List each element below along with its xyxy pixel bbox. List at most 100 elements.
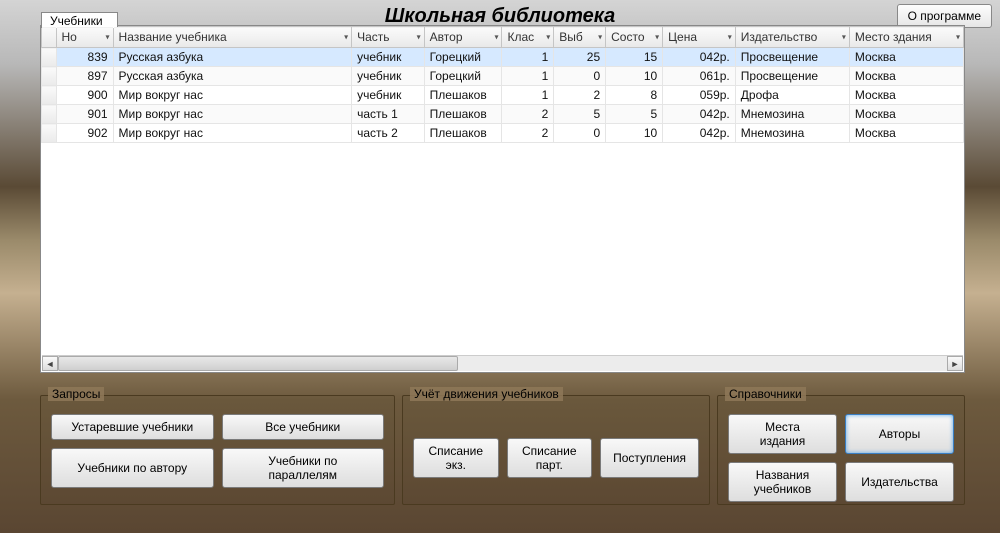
scroll-left-icon[interactable]: ◄ [42, 356, 58, 371]
btn-by-author[interactable]: Учебники по автору [51, 448, 214, 488]
btn-dir-authors[interactable]: Авторы [845, 414, 954, 454]
cell-klass: 1 [502, 86, 554, 105]
cell-sost: 15 [606, 48, 663, 67]
chevron-down-icon[interactable]: ▾ [344, 33, 348, 42]
chevron-down-icon[interactable]: ▾ [842, 33, 846, 42]
cell-price: 042р. [663, 124, 736, 143]
btn-dir-places[interactable]: Места издания [728, 414, 837, 454]
cell-vyb: 25 [554, 48, 606, 67]
cell-sost: 8 [606, 86, 663, 105]
column-header[interactable]: Название учебника ▾ [113, 27, 352, 48]
table-row[interactable]: 900Мир вокруг насучебникПлешаков128059р.… [42, 86, 964, 105]
horizontal-scrollbar[interactable]: ◄ ► [42, 355, 963, 371]
chevron-down-icon[interactable]: ▾ [494, 33, 498, 42]
table-scroll[interactable]: Но▾Название учебника▾Часть▾Автор▾Клас▾Вы… [41, 26, 964, 372]
column-header[interactable]: Автор ▾ [424, 27, 502, 48]
column-label: Часть [357, 30, 389, 44]
column-label: Состо [611, 30, 644, 44]
cell-sost: 10 [606, 67, 663, 86]
cell-klass: 2 [502, 105, 554, 124]
chevron-down-icon[interactable]: ▾ [655, 33, 659, 42]
cell-place: Москва [849, 86, 963, 105]
column-header[interactable]: Выб ▾ [554, 27, 606, 48]
btn-writeoff-copies[interactable]: Списание экз. [413, 438, 499, 478]
group-queries: Запросы Устаревшие учебники Все учебники… [40, 395, 395, 505]
scroll-thumb[interactable] [58, 356, 458, 371]
cell-part: часть 2 [352, 124, 425, 143]
cell-place: Москва [849, 67, 963, 86]
cell-place: Москва [849, 48, 963, 67]
column-header[interactable]: Но ▾ [56, 27, 113, 48]
cell-no: 900 [56, 86, 113, 105]
cell-pub: Мнемозина [735, 124, 849, 143]
chevron-down-icon[interactable]: ▾ [956, 33, 960, 42]
textbooks-table: Но▾Название учебника▾Часть▾Автор▾Клас▾Вы… [41, 26, 964, 143]
cell-part: учебник [352, 67, 425, 86]
column-label: Но [62, 30, 77, 44]
column-header[interactable]: Часть ▾ [352, 27, 425, 48]
column-header[interactable]: Издательство▾ [735, 27, 849, 48]
cell-name: Русская азбука [113, 67, 352, 86]
cell-price: 061р. [663, 67, 736, 86]
cell-place: Москва [849, 105, 963, 124]
table-row[interactable]: 901Мир вокруг насчасть 1Плешаков255042р.… [42, 105, 964, 124]
chevron-down-icon[interactable]: ▾ [106, 33, 110, 42]
table-row[interactable]: 902Мир вокруг насчасть 2Плешаков2010042р… [42, 124, 964, 143]
row-handle[interactable] [42, 124, 57, 143]
column-label: Название учебника [119, 30, 227, 44]
column-header[interactable]: Клас ▾ [502, 27, 554, 48]
cell-price: 059р. [663, 86, 736, 105]
column-label: Выб [559, 30, 583, 44]
chevron-down-icon[interactable]: ▾ [728, 33, 732, 42]
group-directories: Справочники Места издания Авторы Названи… [717, 395, 965, 505]
chevron-down-icon[interactable]: ▾ [417, 33, 421, 42]
cell-vyb: 0 [554, 67, 606, 86]
cell-pub: Дрофа [735, 86, 849, 105]
cell-part: часть 1 [352, 105, 425, 124]
cell-klass: 2 [502, 124, 554, 143]
table-row[interactable]: 897Русская азбукаучебникГорецкий1010061р… [42, 67, 964, 86]
cell-pub: Просвещение [735, 67, 849, 86]
cell-vyb: 5 [554, 105, 606, 124]
btn-receipts[interactable]: Поступления [600, 438, 699, 478]
group-directories-title: Справочники [725, 387, 806, 401]
column-label: Автор [430, 30, 463, 44]
column-label: Место здания [855, 30, 932, 44]
cell-place: Москва [849, 124, 963, 143]
row-handle[interactable] [42, 105, 57, 124]
btn-dir-publishers[interactable]: Издательства [845, 462, 954, 502]
cell-pub: Просвещение [735, 48, 849, 67]
cell-no: 839 [56, 48, 113, 67]
scroll-right-icon[interactable]: ► [947, 356, 963, 371]
row-selector-header[interactable] [42, 27, 57, 48]
cell-sost: 5 [606, 105, 663, 124]
row-handle[interactable] [42, 86, 57, 105]
cell-name: Мир вокруг нас [113, 105, 352, 124]
column-header[interactable]: Цена▾ [663, 27, 736, 48]
btn-outdated-textbooks[interactable]: Устаревшие учебники [51, 414, 214, 440]
column-header[interactable]: Место здания ▾ [849, 27, 963, 48]
btn-dir-titles[interactable]: Названия учебников [728, 462, 837, 502]
row-handle[interactable] [42, 67, 57, 86]
group-queries-title: Запросы [48, 387, 104, 401]
cell-name: Мир вокруг нас [113, 124, 352, 143]
cell-vyb: 2 [554, 86, 606, 105]
chevron-down-icon[interactable]: ▾ [598, 33, 602, 42]
cell-author: Горецкий [424, 67, 502, 86]
cell-author: Горецкий [424, 48, 502, 67]
cell-author: Плешаков [424, 124, 502, 143]
cell-pub: Мнемозина [735, 105, 849, 124]
cell-price: 042р. [663, 105, 736, 124]
column-header[interactable]: Состо ▾ [606, 27, 663, 48]
btn-writeoff-batches[interactable]: Списание парт. [507, 438, 593, 478]
chevron-down-icon[interactable]: ▾ [546, 33, 550, 42]
row-handle[interactable] [42, 48, 57, 67]
column-label: Клас [507, 30, 534, 44]
cell-klass: 1 [502, 67, 554, 86]
cell-part: учебник [352, 86, 425, 105]
cell-author: Плешаков [424, 86, 502, 105]
table-row[interactable]: 839Русская азбукаучебникГорецкий12515042… [42, 48, 964, 67]
btn-by-parallel[interactable]: Учебники по параллелям [222, 448, 385, 488]
cell-author: Плешаков [424, 105, 502, 124]
btn-all-textbooks[interactable]: Все учебники [222, 414, 385, 440]
